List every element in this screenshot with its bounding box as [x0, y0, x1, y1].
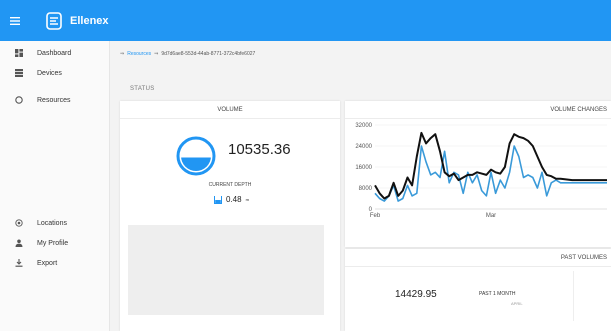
logo-icon [46, 11, 62, 30]
export-icon [12, 259, 26, 267]
y-tick-label: 24000 [355, 144, 372, 150]
sidebar-item-devices[interactable]: Devices [0, 64, 110, 82]
y-tick-label: 8000 [359, 186, 373, 192]
x-tick-label: Mar [486, 213, 496, 219]
main-content: ⇒ Resources ⇒ 9d7d6ae8-553d-44ab-8771-37… [110, 41, 611, 331]
app-frame: Ellenex Dashboard Devices Resources Loca… [0, 0, 611, 331]
sidebar: Dashboard Devices Resources Locations My… [0, 41, 110, 331]
sidebar-item-label: Export [37, 259, 58, 267]
tank-level-icon [214, 195, 222, 204]
tank-gauge-icon [176, 136, 216, 176]
placeholder-panel [128, 225, 324, 315]
sidebar-item-export[interactable]: Export [0, 254, 110, 272]
divider [573, 271, 574, 321]
past-volumes-card: PAST VOLUMES 14429.95 PAST 1 MONTH APRIL [345, 249, 611, 331]
y-tick-label: 16000 [355, 165, 372, 171]
depth-unit: m [245, 197, 249, 202]
past-volume-value: 14429.95 [395, 289, 437, 300]
sidebar-item-label: Resources [37, 96, 71, 104]
breadcrumb-resource-id: 9d7d6ae8-553d-44ab-8771-372c4bfe6027 [161, 51, 256, 57]
volume-value: 10535.36 [228, 141, 291, 158]
location-icon [12, 219, 26, 227]
x-tick-label: Feb [370, 213, 381, 219]
volume-changes-chart: 32000240001600080000Feb Mar [355, 123, 607, 219]
volume-changes-title: VOLUME CHANGES [345, 101, 611, 119]
series-line-blue [374, 145, 607, 202]
devices-icon [12, 69, 26, 77]
y-tick-label: 32000 [355, 123, 372, 129]
depth-label: CURRENT DEPTH [208, 182, 252, 188]
past-period-sub: APRIL [511, 301, 523, 306]
past-period-label: PAST 1 MONTH [479, 291, 516, 297]
volume-card: VOLUME 10535.36 CURRENT DEPTH 0.48 m [120, 101, 340, 331]
arrow-right-icon: ⇒ [120, 51, 125, 57]
sidebar-item-label: My Profile [37, 239, 69, 247]
status-label: STATUS [130, 86, 155, 92]
past-volumes-title: PAST VOLUMES [345, 249, 611, 267]
sidebar-item-dashboard[interactable]: Dashboard [0, 44, 110, 62]
profile-icon [12, 239, 26, 247]
volume-changes-card: VOLUME CHANGES 32000 24000 16000 8000 0 Feb Ma… [345, 101, 611, 247]
sidebar-item-label: Dashboard [37, 49, 72, 57]
depth-value: 0.48 [226, 195, 242, 204]
app-title: Ellenex [70, 14, 109, 27]
sidebar-item-locations[interactable]: Locations [0, 214, 110, 232]
breadcrumb-resources-link[interactable]: Resources [127, 51, 151, 57]
depth-row: 0.48 m [214, 195, 249, 204]
dashboard-icon [12, 49, 26, 57]
breadcrumb: ⇒ Resources ⇒ 9d7d6ae8-553d-44ab-8771-37… [120, 51, 255, 57]
sidebar-item-profile[interactable]: My Profile [0, 234, 110, 252]
arrow-right-icon: ⇒ [154, 51, 159, 57]
sidebar-item-resources[interactable]: Resources [0, 91, 110, 109]
menu-icon[interactable] [10, 16, 38, 25]
sidebar-item-label: Devices [37, 69, 62, 77]
top-bar: Ellenex [0, 0, 611, 41]
volume-card-title: VOLUME [120, 101, 340, 119]
sidebar-item-label: Locations [37, 219, 67, 227]
resources-icon [12, 96, 26, 104]
